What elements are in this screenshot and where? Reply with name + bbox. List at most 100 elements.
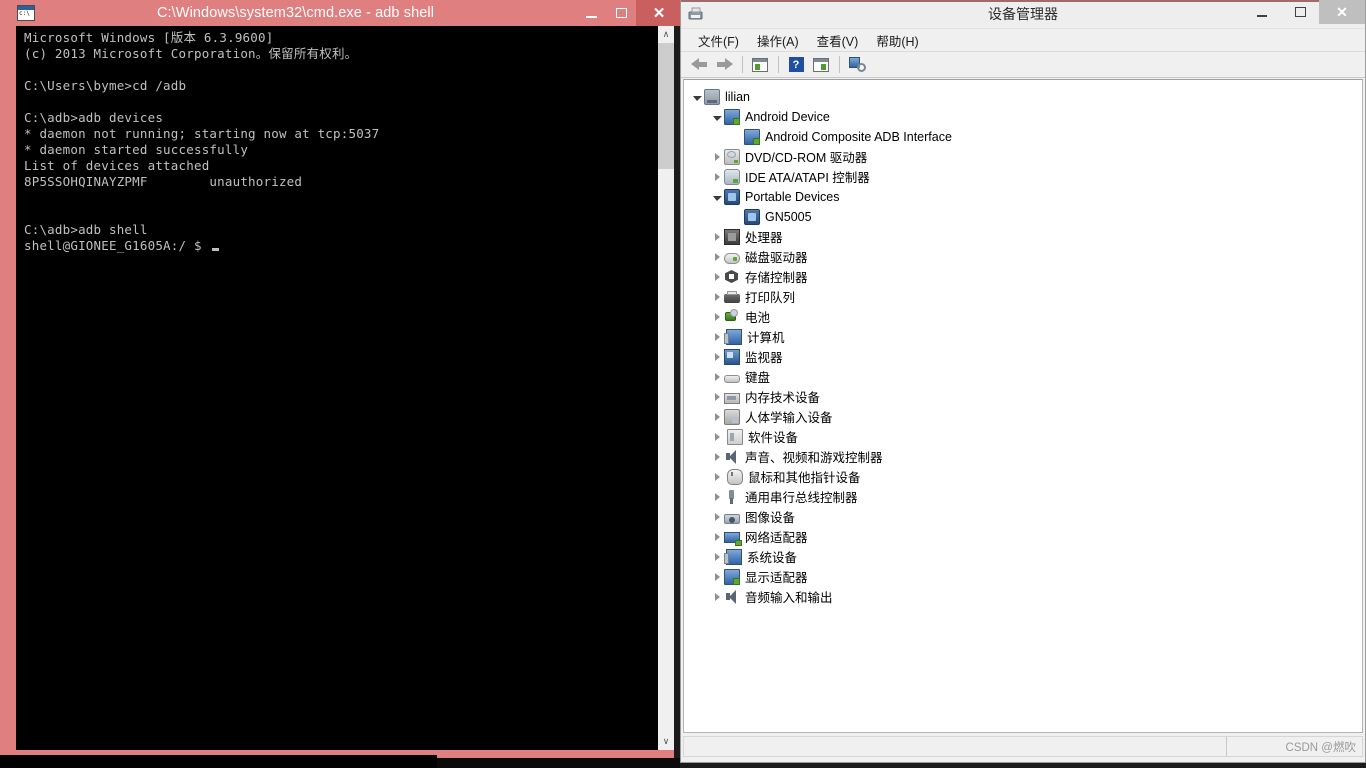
device-manager-titlebar[interactable]: 设备管理器 ✕ xyxy=(681,0,1365,29)
tree-node-dvd-drives[interactable]: DVD/CD-ROM 驱动器 xyxy=(684,147,1362,167)
device-manager-toolbar: ? xyxy=(681,52,1365,78)
separator-1 xyxy=(742,56,743,73)
cmd-window-title: C:\Windows\system32\cmd.exe - adb shell xyxy=(156,5,435,21)
chevron-right-glyph xyxy=(714,393,720,401)
tree-node-android-device[interactable]: Android Device xyxy=(684,107,1362,127)
tree-node-monitors[interactable]: 监视器 xyxy=(684,347,1362,367)
chevron-right-icon[interactable] xyxy=(710,313,724,321)
tree-node-label: 存储控制器 xyxy=(745,271,808,285)
scroll-down-arrow[interactable]: ∨ xyxy=(658,733,674,750)
cmd-minimize-button[interactable] xyxy=(576,2,606,24)
tree-node-usb-controllers[interactable]: 通用串行总线控制器 xyxy=(684,487,1362,507)
tree-node-imaging-devices[interactable]: 图像设备 xyxy=(684,507,1362,527)
chevron-down-icon[interactable] xyxy=(710,194,724,201)
cmd-scrollbar[interactable]: ∧ ∨ xyxy=(657,26,674,750)
chevron-right-icon[interactable] xyxy=(710,173,724,181)
chevron-right-icon[interactable] xyxy=(710,553,724,561)
chevron-right-glyph xyxy=(714,593,720,601)
tree-node-network-adapters[interactable]: 网络适配器 xyxy=(684,527,1362,547)
tree-node-label: 音频输入和输出 xyxy=(745,591,833,605)
chevron-down-icon[interactable] xyxy=(690,94,704,101)
scroll-up-arrow[interactable]: ∧ xyxy=(658,26,674,43)
tree-node-print-queues[interactable]: 打印队列 xyxy=(684,287,1362,307)
tree-node-adb-interface[interactable]: Android Composite ADB Interface xyxy=(684,127,1362,147)
scrollbar-thumb[interactable] xyxy=(658,43,674,169)
back-arrow-button[interactable] xyxy=(687,54,711,76)
dm-maximize-button[interactable] xyxy=(1281,0,1319,24)
chevron-right-icon[interactable] xyxy=(710,253,724,261)
scan-hardware-changes-button[interactable] xyxy=(845,54,869,76)
chevron-right-icon[interactable] xyxy=(710,593,724,601)
cmd-close-button[interactable]: ✕ xyxy=(636,0,682,26)
cmd-maximize-button[interactable] xyxy=(606,2,636,24)
scan-hardware-changes-icon xyxy=(848,57,866,72)
chevron-right-icon[interactable] xyxy=(710,493,724,501)
menu-help[interactable]: 帮助(H) xyxy=(867,29,927,52)
menu-action[interactable]: 操作(A) xyxy=(748,29,808,52)
tree-node-portable-devices[interactable]: Portable Devices xyxy=(684,187,1362,207)
chevron-right-glyph xyxy=(714,533,720,541)
chevron-right-glyph xyxy=(714,413,720,421)
chevron-right-icon[interactable] xyxy=(710,453,724,461)
tree-node-system-devices[interactable]: 系统设备 xyxy=(684,547,1362,567)
chevron-down-glyph xyxy=(712,115,722,121)
tree-node-label: GN5005 xyxy=(765,209,812,224)
device-manager-window-buttons: ✕ xyxy=(1243,0,1365,28)
separator-3 xyxy=(839,56,840,73)
cmd-console-output[interactable]: Microsoft Windows [版本 6.3.9600] (c) 2013… xyxy=(16,26,657,750)
tree-node-display-adapters[interactable]: 显示适配器 xyxy=(684,567,1362,587)
device-manager-menubar: 文件(F) 操作(A) 查看(V) 帮助(H) xyxy=(681,29,1365,52)
chevron-right-icon[interactable] xyxy=(710,513,724,521)
forward-arrow-button[interactable] xyxy=(712,54,736,76)
chevron-right-icon[interactable] xyxy=(710,353,724,361)
cmd-titlebar[interactable]: C:\Windows\system32\cmd.exe - adb shell … xyxy=(8,0,682,26)
device-tree-pane[interactable]: lilian Android Device Android Composite AD… xyxy=(683,79,1363,733)
properties-panel-button[interactable] xyxy=(748,54,772,76)
chevron-right-icon[interactable] xyxy=(710,273,724,281)
tree-node-lilian[interactable]: lilian xyxy=(684,87,1362,107)
tree-node-ide-controllers[interactable]: IDE ATA/ATAPI 控制器 xyxy=(684,167,1362,187)
chevron-down-icon[interactable] xyxy=(710,114,724,121)
tree-node-computer[interactable]: 计算机 xyxy=(684,327,1362,347)
display-adapter-icon xyxy=(724,569,740,585)
chevron-right-glyph xyxy=(714,513,720,521)
memory-technology-icon xyxy=(724,392,740,404)
chevron-right-icon[interactable] xyxy=(710,413,724,421)
tree-node-batteries[interactable]: 电池 xyxy=(684,307,1362,327)
tree-node-disk-drives[interactable]: 磁盘驱动器 xyxy=(684,247,1362,267)
dm-close-button[interactable]: ✕ xyxy=(1319,0,1365,24)
tree-node-hid[interactable]: 人体学输入设备 xyxy=(684,407,1362,427)
tree-node-software-devices[interactable]: 软件设备 xyxy=(684,427,1362,447)
tree-node-audio-io[interactable]: 音频输入和输出 xyxy=(684,587,1362,607)
chevron-right-icon[interactable] xyxy=(710,153,724,161)
menu-view[interactable]: 查看(V) xyxy=(808,29,868,52)
tree-node-label: 显示适配器 xyxy=(745,571,808,585)
tree-node-mice[interactable]: 鼠标和其他指针设备 xyxy=(684,467,1362,487)
tree-node-gn5005[interactable]: GN5005 xyxy=(684,207,1362,227)
chevron-right-icon[interactable] xyxy=(710,293,724,301)
chevron-right-glyph xyxy=(714,473,720,481)
chevron-right-icon[interactable] xyxy=(710,393,724,401)
console-cursor xyxy=(212,248,220,251)
chevron-right-icon[interactable] xyxy=(710,573,724,581)
tree-node-sound-video-game[interactable]: 声音、视频和游戏控制器 xyxy=(684,447,1362,467)
tree-node-processors[interactable]: 处理器 xyxy=(684,227,1362,247)
tree-node-memory-devices[interactable]: 内存技术设备 xyxy=(684,387,1362,407)
tree-node-label: 软件设备 xyxy=(748,431,799,445)
menu-file[interactable]: 文件(F) xyxy=(689,29,748,52)
tree-node-storage-controllers[interactable]: 存储控制器 xyxy=(684,267,1362,287)
chevron-right-icon[interactable] xyxy=(710,473,724,481)
chevron-right-icon[interactable] xyxy=(710,433,724,441)
chevron-right-glyph xyxy=(714,173,720,181)
show-hidden-panel-button[interactable] xyxy=(809,54,833,76)
chevron-right-icon[interactable] xyxy=(710,333,724,341)
help-button[interactable]: ? xyxy=(784,54,808,76)
tree-node-keyboards[interactable]: 键盘 xyxy=(684,367,1362,387)
chevron-right-icon[interactable] xyxy=(710,373,724,381)
dm-minimize-button[interactable] xyxy=(1243,0,1281,24)
tree-node-label: 系统设备 xyxy=(747,551,798,565)
chevron-right-icon[interactable] xyxy=(710,233,724,241)
chevron-right-glyph xyxy=(714,573,720,581)
chevron-right-icon[interactable] xyxy=(710,533,724,541)
dvd-drive-icon xyxy=(724,149,740,165)
